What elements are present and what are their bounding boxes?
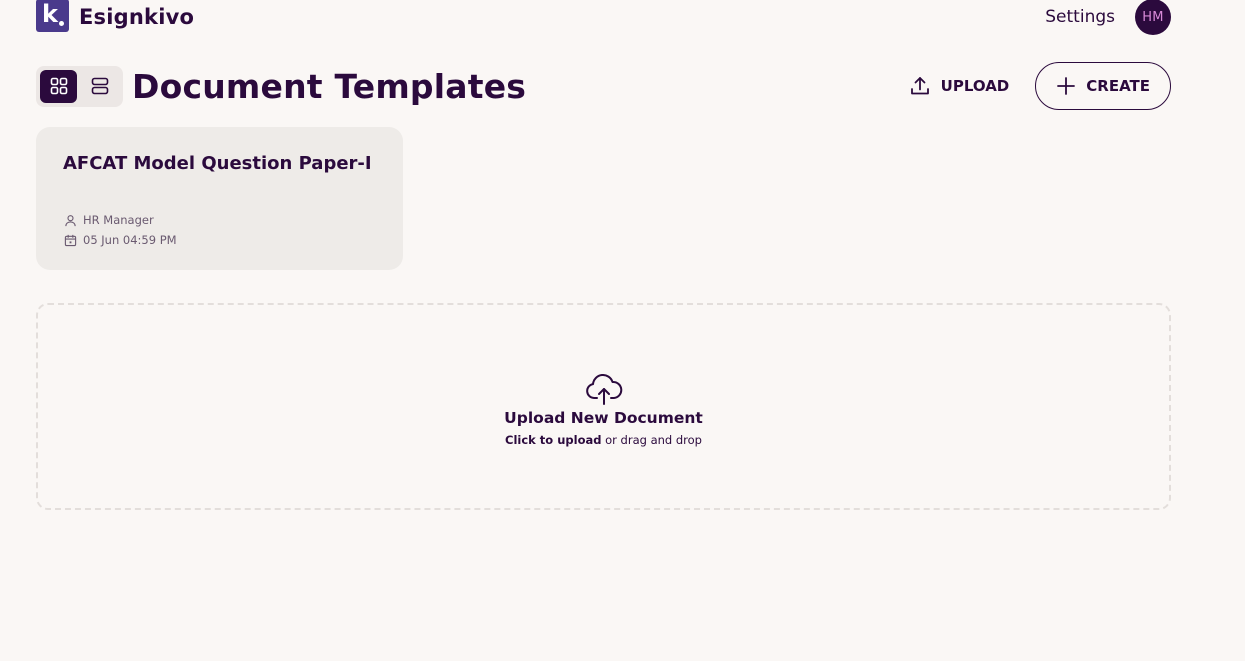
create-button[interactable]: CREATE [1035, 62, 1171, 110]
template-date-row: 05 Jun 04:59 PM [64, 230, 177, 250]
template-meta: HR Manager 05 Jun 04:59 PM [64, 210, 177, 250]
header-actions: UPLOAD CREATE [909, 62, 1171, 110]
brand-logo: k [36, 0, 69, 32]
logo-letter: k [42, 0, 58, 28]
grid-icon [50, 77, 67, 95]
grid-view-button[interactable] [40, 69, 77, 103]
template-card[interactable]: AFCAT Model Question Paper-I HR Manager … [36, 127, 403, 270]
dropzone-title: Upload New Document [504, 409, 703, 427]
list-view-button[interactable] [81, 70, 118, 103]
template-owner: HR Manager [83, 213, 154, 227]
page-header: Document Templates UPLOAD CREATE [36, 62, 1171, 110]
template-date: 05 Jun 04:59 PM [83, 233, 177, 247]
view-toggle [36, 65, 123, 107]
avatar[interactable]: HM [1135, 0, 1171, 35]
plus-icon [1057, 77, 1076, 95]
list-icon [91, 77, 108, 95]
user-icon [65, 214, 76, 226]
upload-dropzone[interactable]: Upload New Document Click to upload or d… [36, 303, 1171, 510]
calendar-icon [64, 234, 77, 246]
logo-dot [59, 20, 64, 26]
brand[interactable]: k Esignkivo [36, 0, 195, 32]
template-title: AFCAT Model Question Paper-I [63, 153, 372, 174]
template-owner-row: HR Manager [64, 210, 177, 230]
top-bar: k Esignkivo Settings HM [36, 0, 1171, 35]
header-left: Document Templates [36, 65, 527, 107]
drag-drop-text: or drag and drop [601, 433, 702, 447]
click-to-upload-link[interactable]: Click to upload [505, 433, 601, 447]
upload-label: UPLOAD [940, 77, 1010, 95]
create-label: CREATE [1086, 77, 1150, 95]
top-right-nav: Settings HM [1045, 0, 1171, 35]
upload-button[interactable]: UPLOAD [909, 62, 1010, 110]
brand-name: Esignkivo [79, 5, 195, 29]
settings-link[interactable]: Settings [1045, 7, 1115, 27]
cloud-upload-icon [585, 374, 622, 405]
dropzone-subtitle: Click to upload or drag and drop [505, 433, 702, 447]
upload-icon [910, 77, 929, 95]
page-title: Document Templates [132, 66, 527, 106]
